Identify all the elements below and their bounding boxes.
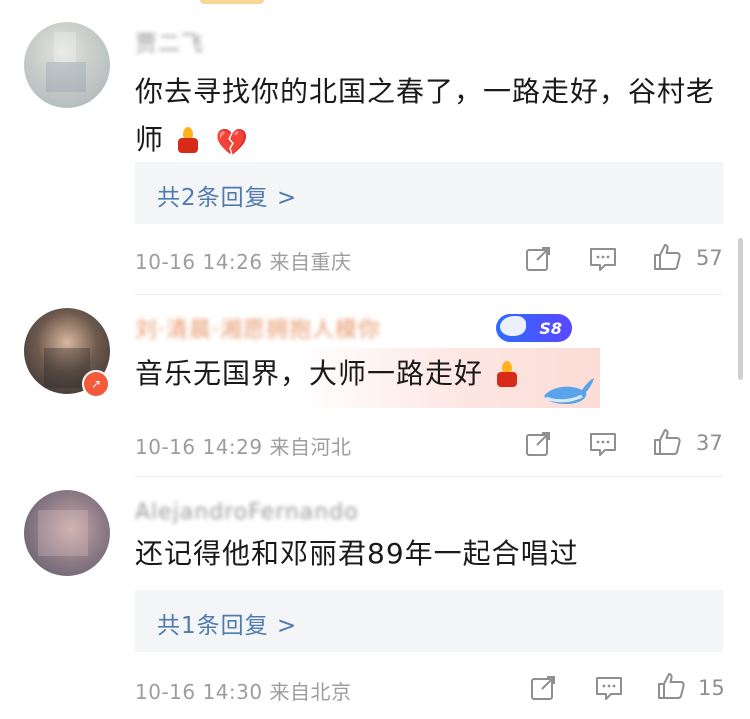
username[interactable]: AlejandroFernando xyxy=(135,500,359,525)
candle-icon xyxy=(176,127,200,153)
divider xyxy=(135,294,722,295)
share-icon[interactable] xyxy=(523,244,553,274)
avatar-badge-icon: ↗ xyxy=(82,370,110,398)
reply-count-link[interactable]: 共1条回复 > xyxy=(157,606,297,640)
reply-thread-button[interactable]: 共1条回复 > xyxy=(135,590,723,652)
comment-meta: 10-16 14:29 来自河北 xyxy=(135,435,352,459)
reply-thread-button[interactable]: 共2条回复 > xyxy=(135,162,723,224)
like-icon[interactable] xyxy=(652,427,682,457)
comment-meta: 10-16 14:30 来自北京 xyxy=(135,680,352,704)
comment-text: 你去寻找你的北国之春了，一路走好，谷村老师 💔 xyxy=(135,68,725,167)
like-count: 15 xyxy=(698,676,725,700)
share-icon[interactable] xyxy=(528,673,558,703)
vip-badge-label: S8 xyxy=(539,318,562,338)
comment-text: 音乐无国界，大师一路走好 xyxy=(135,350,725,398)
comment-body: 还记得他和邓丽君89年一起合唱过 xyxy=(135,537,579,570)
like-count: 37 xyxy=(696,431,723,455)
comment-meta: 10-16 14:26 来自重庆 xyxy=(135,250,352,274)
share-icon[interactable] xyxy=(523,429,553,459)
username[interactable]: 刘·清晨·湘愿拥抱人模你 xyxy=(135,312,381,344)
comment-icon[interactable] xyxy=(594,673,624,703)
broken-heart-icon: 💔 xyxy=(215,128,250,158)
comment-body: 音乐无国界，大师一路走好 xyxy=(135,357,484,390)
candle-icon xyxy=(495,361,519,387)
whale-icon xyxy=(500,316,526,336)
like-count: 57 xyxy=(696,246,723,270)
scrollbar[interactable] xyxy=(738,238,743,380)
like-icon[interactable] xyxy=(652,242,682,272)
avatar[interactable] xyxy=(24,490,110,576)
comment-icon[interactable] xyxy=(588,429,618,459)
vip-badge[interactable]: S8 xyxy=(496,314,572,342)
like-icon[interactable] xyxy=(656,671,686,701)
comment-text: 还记得他和邓丽君89年一起合唱过 xyxy=(135,530,725,578)
username[interactable]: 贾二飞 xyxy=(135,26,204,58)
comment-icon[interactable] xyxy=(588,244,618,274)
reply-count-link[interactable]: 共2条回复 > xyxy=(157,178,297,212)
avatar[interactable] xyxy=(24,22,110,108)
